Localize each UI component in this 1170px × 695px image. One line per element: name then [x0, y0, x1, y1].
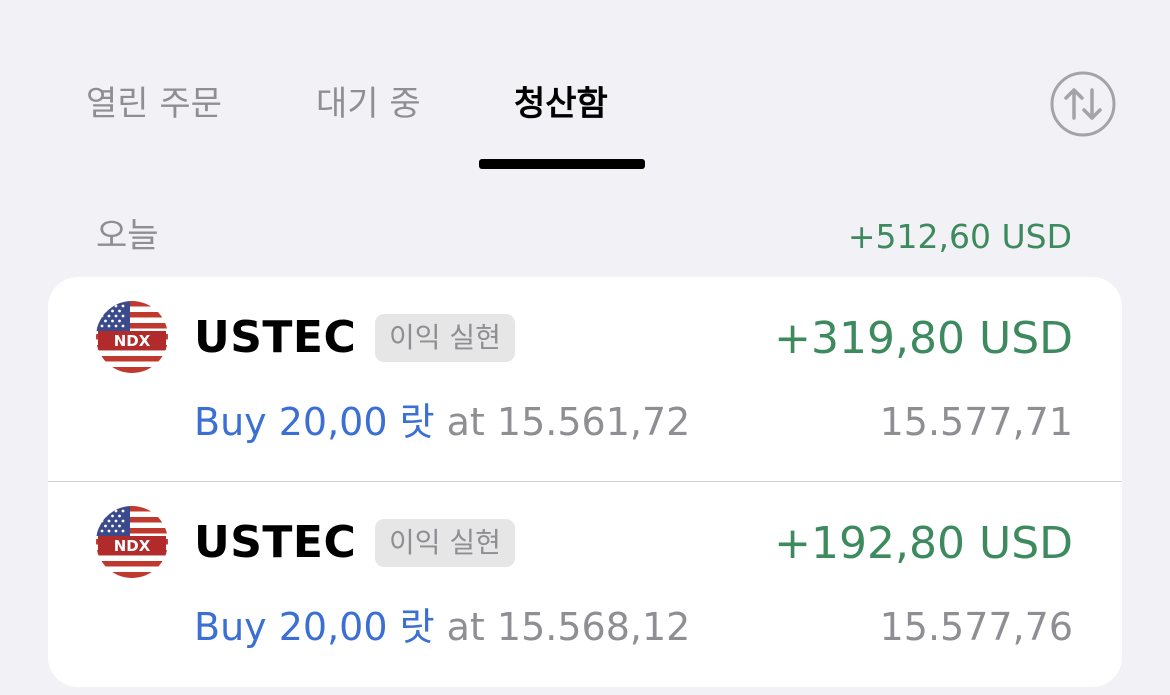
- flag-label: NDX: [114, 332, 151, 350]
- position-row[interactable]: NDX USTEC 이익 실현 +319,80 USD Buy 20,00 랏 …: [48, 277, 1122, 481]
- open-price: 15.561,72: [496, 400, 691, 444]
- close-price: 15.577,71: [879, 400, 1073, 444]
- flag-label: NDX: [114, 537, 151, 555]
- active-tab-indicator: [479, 159, 645, 169]
- open-price: 15.568,12: [496, 605, 691, 649]
- us-flag-icon: NDX: [96, 301, 168, 373]
- tab-open-orders[interactable]: 열린 주문: [86, 80, 222, 128]
- sort-arrows-icon: [1050, 71, 1116, 137]
- symbol-name: USTEC: [194, 312, 357, 363]
- sort-button[interactable]: [1050, 71, 1116, 137]
- symbol-name: USTEC: [194, 517, 357, 568]
- section-date-label: 오늘: [96, 216, 159, 256]
- side-volume: Buy 20,00 랏: [194, 400, 435, 444]
- tab-bar: 열린 주문 대기 중 청산함: [0, 0, 1170, 175]
- position-pnl: +192,80 USD: [774, 518, 1073, 569]
- position-pnl: +319,80 USD: [774, 313, 1073, 364]
- tab-closed[interactable]: 청산함: [514, 80, 608, 128]
- closed-positions-card: NDX USTEC 이익 실현 +319,80 USD Buy 20,00 랏 …: [48, 277, 1122, 687]
- tab-pending[interactable]: 대기 중: [316, 80, 421, 128]
- at-label: at: [446, 605, 485, 649]
- side-volume: Buy 20,00 랏: [194, 605, 435, 649]
- section-total-pnl: +512,60 USD: [847, 217, 1072, 256]
- at-label: at: [446, 400, 485, 444]
- us-flag-icon: NDX: [96, 506, 168, 578]
- status-badge: 이익 실현: [375, 519, 515, 567]
- position-row[interactable]: NDX USTEC 이익 실현 +192,80 USD Buy 20,00 랏 …: [48, 482, 1122, 686]
- order-description: Buy 20,00 랏 at 15.568,12: [194, 602, 690, 652]
- close-price: 15.577,76: [879, 605, 1073, 649]
- order-description: Buy 20,00 랏 at 15.561,72: [194, 397, 690, 447]
- status-badge: 이익 실현: [375, 314, 515, 362]
